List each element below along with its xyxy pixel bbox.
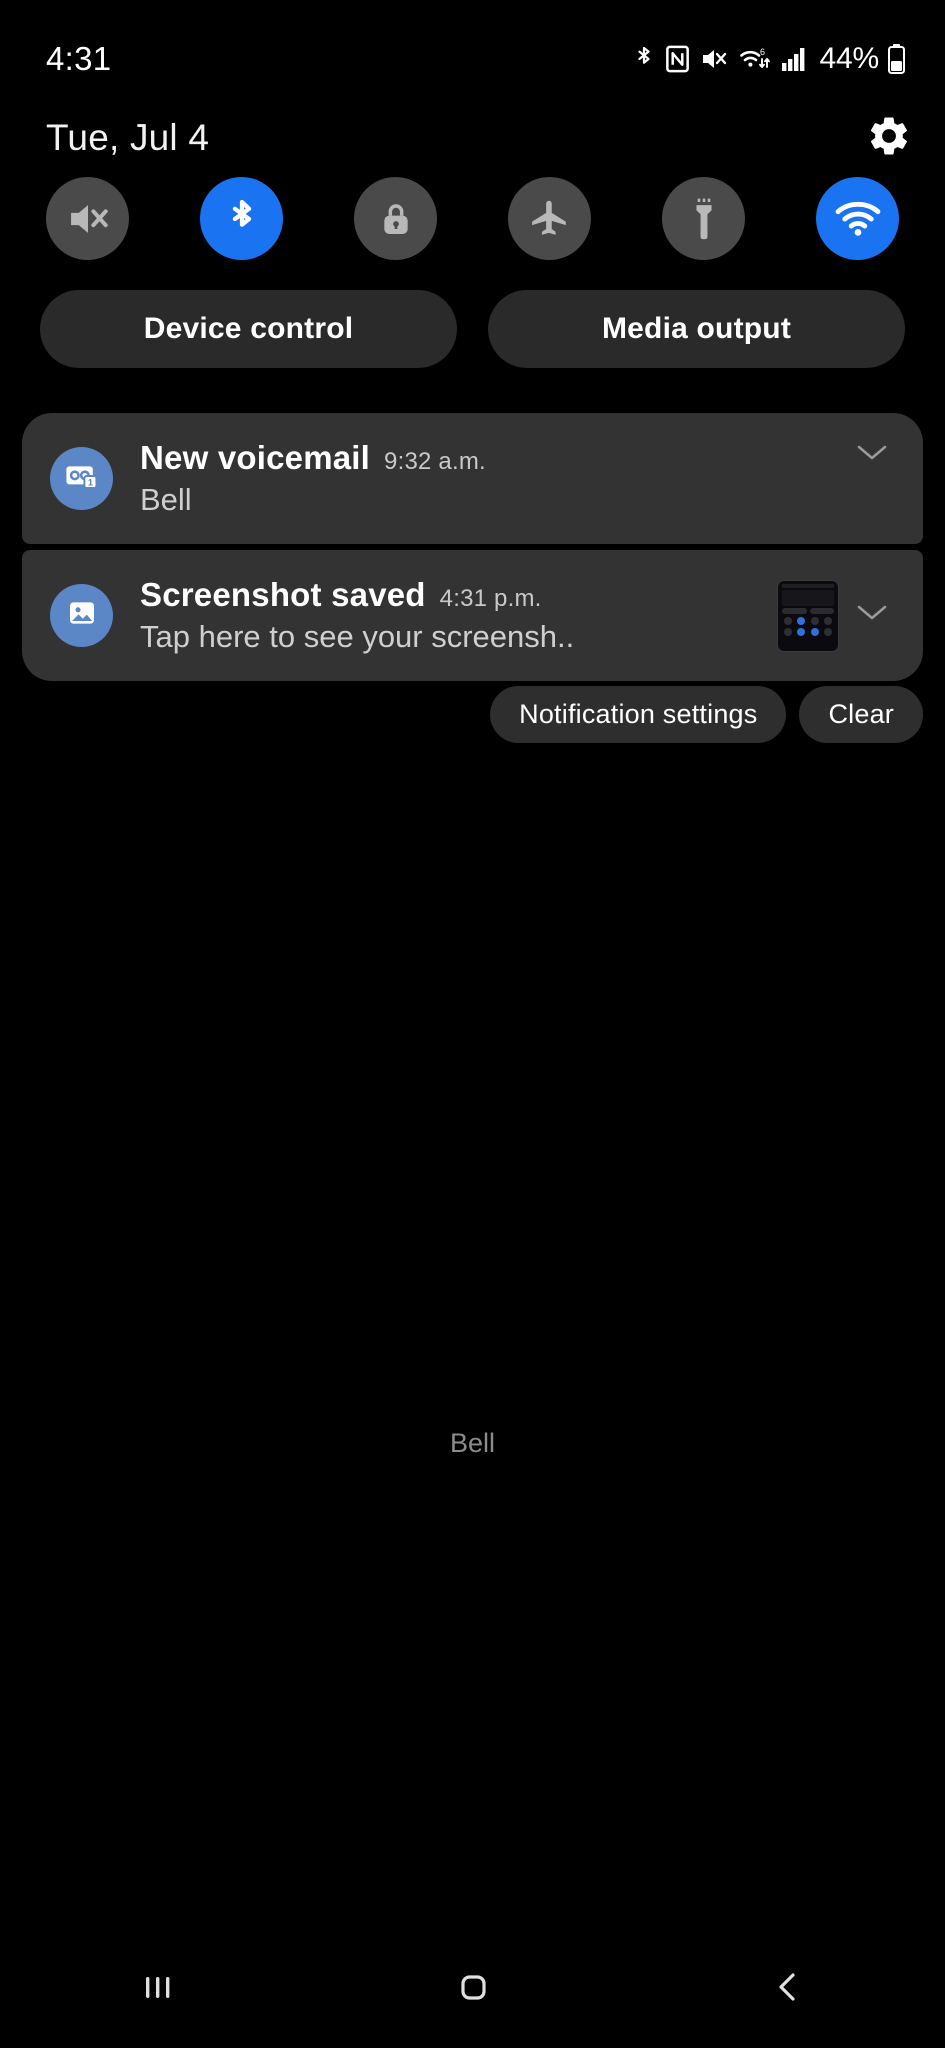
carrier-label: Bell [449, 1428, 496, 1458]
status-bar: 4:31 6 44% [0, 0, 945, 118]
notification-screenshot[interactable]: Screenshot saved 4:31 p.m. Tap here to s… [22, 550, 923, 681]
svg-text:1: 1 [87, 478, 93, 489]
lock-icon [376, 199, 416, 239]
bluetooth-toggle[interactable] [200, 177, 283, 260]
back-button[interactable] [630, 1967, 945, 2012]
thumbnail-card [782, 589, 834, 606]
thumbnail-statusbar [782, 583, 834, 588]
screenshot-thumbnail[interactable] [777, 579, 839, 652]
wifi-6-icon: 6 [739, 45, 771, 73]
airplane-icon [529, 198, 571, 240]
notification-title: Screenshot saved [140, 576, 426, 613]
avatar: 1 [50, 447, 113, 510]
bluetooth-icon [633, 44, 655, 74]
auto-rotate-lock-toggle[interactable] [354, 177, 437, 260]
clear-button[interactable]: Clear [799, 686, 923, 743]
date-label: Tue, Jul 4 [46, 117, 210, 158]
media-output-button[interactable]: Media output [488, 290, 905, 368]
recents-button[interactable] [0, 1967, 315, 2012]
notification-text: Bell [140, 482, 192, 517]
recents-icon [138, 1967, 178, 2012]
notification-content: Screenshot saved 4:31 p.m. Tap here to s… [140, 576, 767, 655]
settings-button[interactable] [863, 112, 915, 164]
svg-text:6: 6 [760, 47, 765, 57]
wifi-icon [835, 200, 881, 238]
quick-settings-toggles [0, 177, 945, 260]
thumbnail-grid [782, 616, 834, 636]
chevron-down-icon [856, 443, 888, 468]
gear-icon [866, 113, 912, 164]
sound-mute-toggle[interactable] [46, 177, 129, 260]
notification-text: Tap here to see your screensh.. [140, 619, 575, 654]
bluetooth-icon [225, 196, 259, 242]
thumbnail-pills [782, 607, 834, 614]
notification-title: New voicemail [140, 439, 371, 476]
notification-header-line: New voicemail 9:32 a.m. [140, 439, 839, 477]
battery-percent-label: 44% [819, 42, 880, 75]
notification-time: 4:31 p.m. [439, 585, 542, 612]
notification-time: 9:32 a.m. [384, 448, 486, 475]
shade-header: Tue, Jul 4 [0, 105, 945, 171]
nfc-icon [665, 45, 689, 73]
notification-list: 1 New voicemail 9:32 a.m. Bell Screensho… [22, 413, 923, 681]
mute-icon [700, 46, 728, 72]
expand-notification-button[interactable] [845, 443, 899, 468]
home-icon [453, 1967, 493, 2012]
notification-header-line: Screenshot saved 4:31 p.m. [140, 576, 767, 614]
cellular-signal-icon [781, 47, 809, 71]
volume-mute-icon [66, 199, 110, 239]
expand-notification-button[interactable] [845, 603, 899, 628]
avatar [50, 584, 113, 647]
flashlight-toggle[interactable] [662, 177, 745, 260]
shade-pill-buttons: Device control Media output [0, 290, 945, 368]
status-bar-icons: 6 44% [633, 42, 905, 76]
notification-actions: Notification settings Clear [490, 686, 923, 743]
navigation-bar [0, 1930, 945, 2048]
airplane-mode-toggle[interactable] [508, 177, 591, 260]
voicemail-icon: 1 [64, 461, 100, 496]
notification-voicemail[interactable]: 1 New voicemail 9:32 a.m. Bell [22, 413, 923, 544]
battery-icon [888, 44, 905, 74]
notification-content: New voicemail 9:32 a.m. Bell [140, 439, 839, 518]
home-button[interactable] [315, 1967, 630, 2012]
back-icon [768, 1967, 808, 2012]
image-icon [66, 597, 98, 634]
notification-settings-button[interactable]: Notification settings [490, 686, 787, 743]
wifi-toggle[interactable] [816, 177, 899, 260]
flashlight-icon [684, 197, 724, 241]
notification-shade: 4:31 6 44% Tue, Jul 4 Device control Med… [0, 0, 945, 2048]
chevron-down-icon [856, 603, 888, 628]
device-control-button[interactable]: Device control [40, 290, 457, 368]
status-bar-clock: 4:31 [46, 40, 112, 77]
